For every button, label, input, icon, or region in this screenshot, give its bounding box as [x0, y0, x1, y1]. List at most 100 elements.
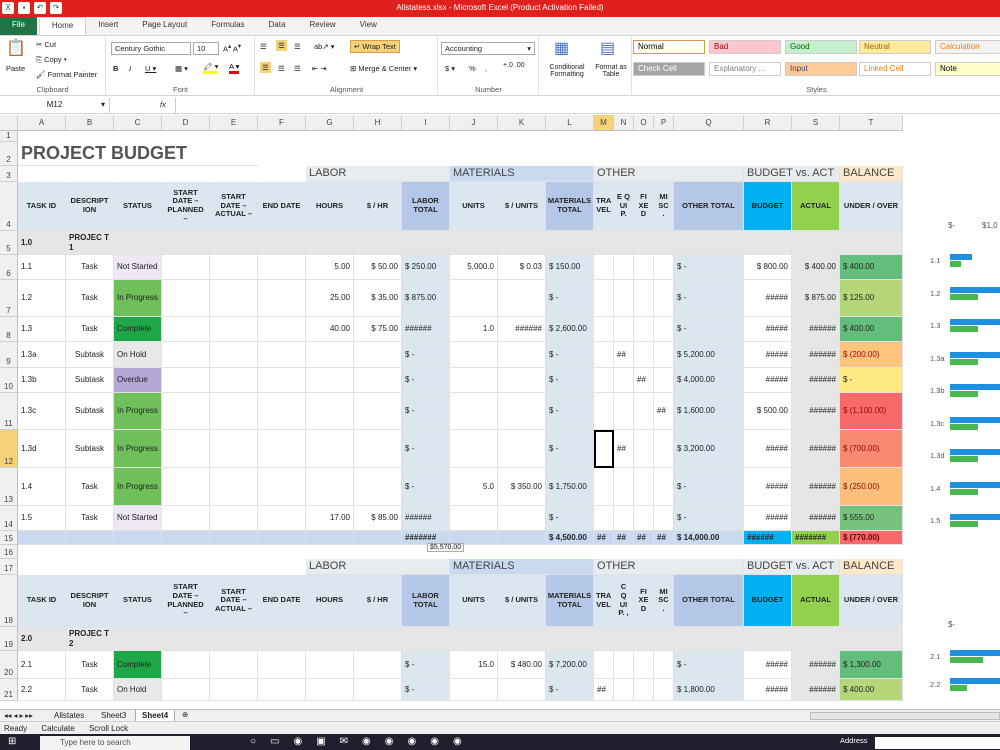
column-header[interactable]: T: [840, 115, 903, 131]
windows-icon[interactable]: ⊞: [8, 736, 16, 747]
actual[interactable]: $ 875.00: [792, 280, 840, 317]
other-total[interactable]: $ -: [674, 317, 744, 342]
tab-home[interactable]: Home: [38, 17, 87, 35]
row-header[interactable]: 12: [0, 430, 18, 468]
start-actual-cell[interactable]: [210, 393, 258, 430]
selected-cell[interactable]: [594, 430, 614, 468]
project-row-cell[interactable]: [546, 231, 594, 255]
column-header[interactable]: O: [634, 115, 654, 131]
number-format-select[interactable]: Accounting ▾: [441, 42, 535, 55]
align-left-icon[interactable]: ☰: [260, 62, 271, 73]
fixed[interactable]: ##: [634, 368, 654, 393]
project-row-cell[interactable]: [498, 231, 546, 255]
budget[interactable]: #####: [744, 679, 792, 701]
format-as-table-icon[interactable]: ▤: [600, 38, 615, 58]
travel[interactable]: [594, 342, 614, 368]
project-row-cell[interactable]: [210, 231, 258, 255]
row-header[interactable]: 4: [0, 182, 18, 231]
misc[interactable]: [654, 255, 674, 280]
task-status[interactable]: In Progress: [114, 430, 162, 468]
other-total[interactable]: $ -: [674, 255, 744, 280]
hours[interactable]: [306, 393, 354, 430]
font-color-icon[interactable]: A ▾: [229, 62, 240, 74]
column-title[interactable]: END DATE: [258, 575, 306, 627]
start-actual-cell[interactable]: [210, 468, 258, 506]
travel[interactable]: [594, 368, 614, 393]
start-planned-cell[interactable]: [162, 468, 210, 506]
section-labor[interactable]: LABOR: [306, 559, 450, 575]
row-header[interactable]: 16: [0, 545, 18, 559]
cell-style-check-cell[interactable]: Check Cell: [633, 62, 705, 76]
balance[interactable]: $ (250.00): [840, 468, 903, 506]
units[interactable]: [450, 342, 498, 368]
column-title[interactable]: MATERIALS TOTAL: [546, 182, 594, 231]
rate[interactable]: [354, 468, 402, 506]
row-header[interactable]: 17: [0, 559, 18, 575]
project-row-cell[interactable]: [634, 231, 654, 255]
align-middle-icon[interactable]: ☰: [276, 40, 287, 51]
font-name-select[interactable]: Century Gothic: [111, 42, 191, 55]
task-desc[interactable]: Task: [66, 468, 114, 506]
budget[interactable]: #####: [744, 468, 792, 506]
rate[interactable]: [354, 393, 402, 430]
row-header[interactable]: 20: [0, 651, 18, 679]
balance[interactable]: $ 400.00: [840, 255, 903, 280]
row-header[interactable]: 13: [0, 468, 18, 506]
column-header[interactable]: R: [744, 115, 792, 131]
task-id[interactable]: 1.3b: [18, 368, 66, 393]
empty-cell[interactable]: [210, 651, 258, 679]
wrap-text-button[interactable]: ↵ Wrap Text: [350, 40, 400, 53]
misc[interactable]: [654, 468, 674, 506]
budget[interactable]: #####: [744, 280, 792, 317]
column-title[interactable]: $ / UNITS: [498, 182, 546, 231]
section-materials[interactable]: MATERIALS: [450, 166, 594, 182]
materials-total[interactable]: $ -: [546, 430, 594, 468]
column-header[interactable]: G: [306, 115, 354, 131]
equip[interactable]: [614, 368, 634, 393]
units[interactable]: 1.0: [450, 317, 498, 342]
start-actual-cell[interactable]: [210, 368, 258, 393]
other-total[interactable]: $ -: [674, 468, 744, 506]
equip[interactable]: [614, 506, 634, 531]
start-actual-cell[interactable]: [210, 280, 258, 317]
travel[interactable]: ##: [594, 679, 614, 701]
units[interactable]: [450, 430, 498, 468]
align-bottom-icon[interactable]: ☰: [294, 42, 301, 51]
row-header[interactable]: 11: [0, 393, 18, 430]
other-total[interactable]: $ -: [674, 506, 744, 531]
percent-button[interactable]: %: [469, 64, 476, 73]
copy-button[interactable]: ⎘ Copy ▾: [36, 55, 67, 65]
empty-cell[interactable]: [634, 679, 654, 701]
row-header[interactable]: 5: [0, 231, 18, 255]
project-row-cell[interactable]: [306, 231, 354, 255]
row-header[interactable]: 6: [0, 255, 18, 280]
equip[interactable]: ##: [614, 430, 634, 468]
empty-cell[interactable]: [306, 651, 354, 679]
column-title[interactable]: TASK ID: [18, 182, 66, 231]
project-row-cell[interactable]: [674, 627, 744, 651]
start-actual-cell[interactable]: [210, 317, 258, 342]
other-total[interactable]: $ 4,000.00: [674, 368, 744, 393]
address-input[interactable]: [875, 737, 1000, 749]
unit-cost[interactable]: $ 350.00: [498, 468, 546, 506]
travel-grand-total[interactable]: ##: [594, 531, 614, 545]
column-header[interactable]: H: [354, 115, 402, 131]
task-status[interactable]: Complete: [114, 317, 162, 342]
rate[interactable]: $ 50.00: [354, 255, 402, 280]
fixed[interactable]: [634, 430, 654, 468]
empty-cell[interactable]: [258, 651, 306, 679]
bold-button[interactable]: B: [113, 64, 118, 73]
misc[interactable]: [654, 280, 674, 317]
start-planned-cell[interactable]: [162, 280, 210, 317]
travel[interactable]: [594, 468, 614, 506]
row-header[interactable]: 1: [0, 131, 18, 142]
unit-cost[interactable]: [498, 368, 546, 393]
project-row-cell[interactable]: [546, 627, 594, 651]
units[interactable]: 5.0: [450, 468, 498, 506]
column-title[interactable]: MATERIALS TOTAL: [546, 575, 594, 627]
column-header[interactable]: Q: [674, 115, 744, 131]
totals-cell[interactable]: [306, 531, 354, 545]
unit-cost[interactable]: $ 480.00: [498, 651, 546, 679]
equip[interactable]: [614, 255, 634, 280]
units[interactable]: 15.0: [450, 651, 498, 679]
